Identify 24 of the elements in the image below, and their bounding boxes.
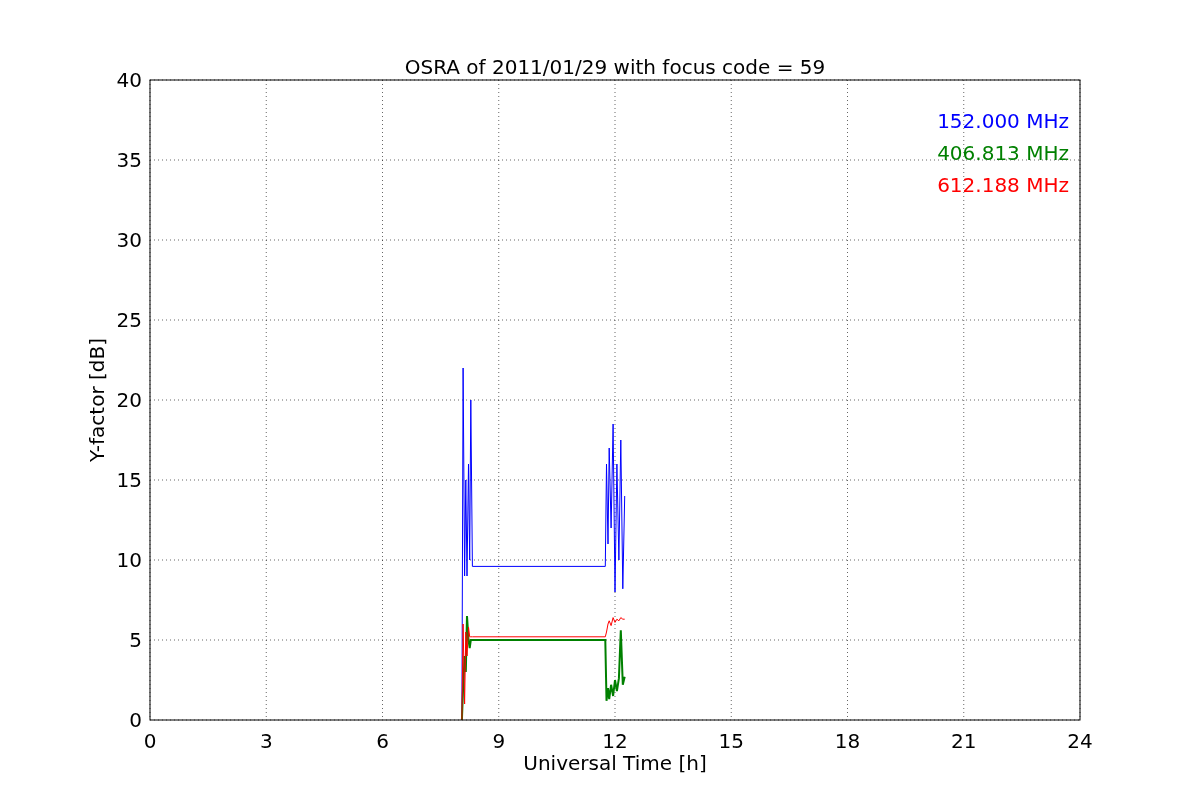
tick-label: 18 (834, 729, 861, 753)
tick-label: 21 (951, 729, 977, 753)
tick-label: 35 (116, 148, 142, 172)
tick-label: 10 (116, 548, 142, 572)
tick-label: 30 (116, 228, 142, 252)
tick-label: 40 (116, 68, 142, 92)
y-axis-label: Y-factor [dB] (85, 338, 109, 462)
tick-label: 24 (1067, 729, 1093, 753)
tick-label: 6 (376, 729, 389, 753)
tick-label: 20 (116, 388, 142, 412)
legend-label: 152.000 MHz (937, 109, 1069, 133)
tick-label: 25 (116, 308, 142, 332)
tick-label: 9 (492, 729, 506, 753)
tick-label: 15 (116, 468, 142, 492)
tick-label: 15 (718, 729, 744, 753)
tick-label: 0 (129, 708, 142, 732)
tick-label: 3 (259, 729, 273, 753)
tick-label: 5 (129, 628, 142, 652)
legend-label: 406.813 MHz (937, 141, 1069, 165)
x-axis-label: Universal Time [h] (523, 751, 707, 775)
legend-label: 612.188 MHz (937, 173, 1069, 197)
tick-label: 12 (602, 729, 628, 753)
tick-label: 0 (143, 729, 157, 753)
chart-title: OSRA of 2011/01/29 with focus code = 59 (404, 55, 826, 79)
